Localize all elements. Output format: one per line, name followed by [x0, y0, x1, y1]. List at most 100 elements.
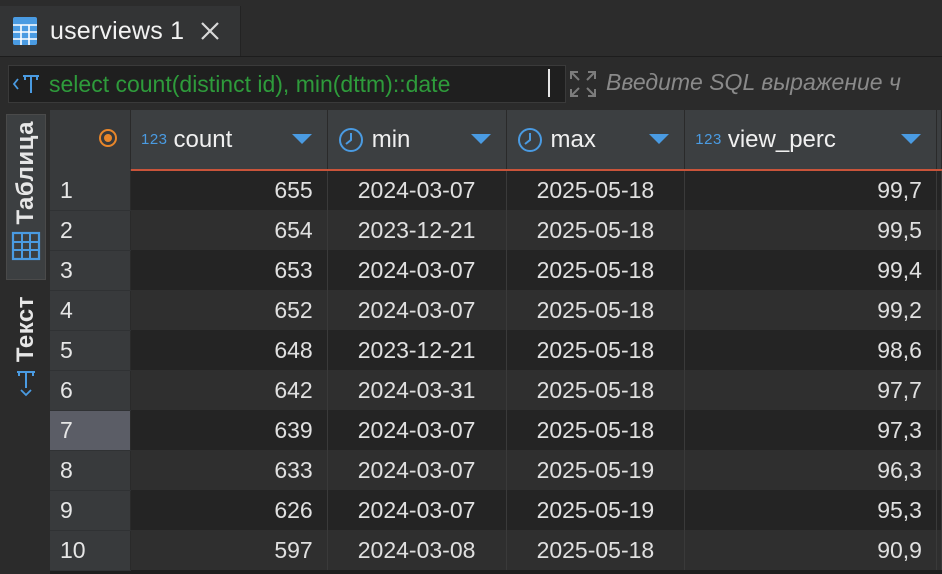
sort-down-icon[interactable] — [470, 133, 492, 145]
cell-min[interactable]: 2023-12-21 — [327, 330, 507, 370]
cell-overflow — [936, 490, 942, 530]
cell-max[interactable]: 2025-05-18 — [506, 210, 686, 250]
cell-count[interactable]: 655 — [130, 170, 328, 210]
sort-down-icon[interactable] — [648, 133, 670, 145]
row-number[interactable]: 6 — [50, 370, 131, 411]
row-number[interactable]: 9 — [50, 490, 131, 531]
cell-view-perc[interactable]: 90,9 — [684, 530, 937, 570]
numeric-type-icon: 123 — [695, 131, 722, 148]
cell-min[interactable]: 2024-03-08 — [327, 530, 507, 570]
table-row[interactable]: 1 655 2024-03-07 2025-05-18 99,7 — [50, 170, 942, 211]
column-name: min — [371, 125, 411, 153]
table-row[interactable]: 6 642 2024-03-31 2025-05-18 97,7 — [50, 370, 942, 411]
cell-view-perc[interactable]: 99,5 — [684, 210, 937, 250]
cell-overflow — [936, 170, 942, 210]
column-name: view_perc — [727, 125, 836, 153]
column-name: count — [173, 125, 233, 153]
filter-bar: select count(distinct id), min(dttm)::da… — [0, 57, 942, 110]
cell-overflow — [936, 530, 942, 570]
cell-count[interactable]: 633 — [130, 450, 328, 490]
cell-overflow — [936, 210, 942, 250]
side-tab-text-label: Текст — [12, 296, 39, 363]
row-number[interactable]: 2 — [50, 210, 131, 251]
cell-min[interactable]: 2024-03-31 — [327, 370, 507, 410]
cell-max[interactable]: 2025-05-18 — [506, 530, 686, 570]
column-header-max[interactable]: max — [506, 110, 686, 171]
side-tab-text[interactable]: Текст — [6, 294, 46, 410]
sql-filter-icon — [12, 75, 39, 93]
clock-icon — [338, 127, 363, 152]
table-grid-icon — [13, 17, 37, 45]
cell-min[interactable]: 2024-03-07 — [327, 290, 507, 330]
row-number[interactable]: 3 — [50, 250, 131, 291]
sql-expression-placeholder[interactable]: Введите SQL выражение ч — [606, 69, 901, 96]
row-number[interactable]: 4 — [50, 290, 131, 331]
cell-max[interactable]: 2025-05-18 — [506, 370, 686, 410]
cell-min[interactable]: 2023-12-21 — [327, 210, 507, 250]
side-tab-table[interactable]: Таблица — [6, 114, 46, 280]
cell-max[interactable]: 2025-05-18 — [506, 250, 686, 290]
table-row[interactable]: 5 648 2023-12-21 2025-05-18 98,6 — [50, 330, 942, 371]
cell-max[interactable]: 2025-05-18 — [506, 330, 686, 370]
tab-userviews[interactable]: userviews 1 — [0, 6, 241, 56]
cell-max[interactable]: 2025-05-19 — [506, 490, 686, 530]
cell-min[interactable]: 2024-03-07 — [327, 410, 507, 450]
cell-overflow — [936, 290, 942, 330]
cell-max[interactable]: 2025-05-18 — [506, 290, 686, 330]
cell-min[interactable]: 2024-03-07 — [327, 490, 507, 530]
cell-min[interactable]: 2024-03-07 — [327, 170, 507, 210]
cell-min[interactable]: 2024-03-07 — [327, 250, 507, 290]
cell-count[interactable]: 654 — [130, 210, 328, 250]
cell-max[interactable]: 2025-05-18 — [506, 410, 686, 450]
cell-view-perc[interactable]: 99,2 — [684, 290, 937, 330]
tab-bar: userviews 1 — [0, 0, 942, 57]
cell-view-perc[interactable]: 99,7 — [684, 170, 937, 210]
results-grid[interactable]: 123 count min max 123 view_perc 1 655 20… — [50, 110, 942, 574]
row-number[interactable]: 8 — [50, 450, 131, 491]
row-number[interactable]: 7 — [50, 410, 131, 451]
column-header-count[interactable]: 123 count — [130, 110, 328, 171]
table-row[interactable]: 3 653 2024-03-07 2025-05-18 99,4 — [50, 250, 942, 291]
sort-down-icon[interactable] — [900, 133, 922, 145]
cell-view-perc[interactable]: 97,3 — [684, 410, 937, 450]
expand-icon[interactable] — [568, 69, 598, 99]
app-window: userviews 1 select count(distinct id), m… — [0, 0, 942, 574]
close-icon[interactable] — [198, 19, 222, 43]
cell-count[interactable]: 648 — [130, 330, 328, 370]
cell-max[interactable]: 2025-05-18 — [506, 170, 686, 210]
sort-down-icon[interactable] — [291, 133, 313, 145]
cell-count[interactable]: 642 — [130, 370, 328, 410]
table-row[interactable]: 4 652 2024-03-07 2025-05-18 99,2 — [50, 290, 942, 331]
column-header-view-perc[interactable]: 123 view_perc — [684, 110, 937, 171]
cell-view-perc[interactable]: 95,3 — [684, 490, 937, 530]
row-number[interactable]: 1 — [50, 170, 131, 211]
cell-count[interactable]: 653 — [130, 250, 328, 290]
cell-overflow — [936, 330, 942, 370]
cell-view-perc[interactable]: 97,7 — [684, 370, 937, 410]
table-row[interactable]: 8 633 2024-03-07 2025-05-19 96,3 — [50, 450, 942, 491]
cell-view-perc[interactable]: 98,6 — [684, 330, 937, 370]
cell-overflow — [936, 370, 942, 410]
cell-count[interactable]: 626 — [130, 490, 328, 530]
row-number[interactable]: 10 — [50, 530, 131, 571]
table-row-selected[interactable]: 7 639 2024-03-07 2025-05-18 97,3 — [50, 410, 942, 451]
filter-input[interactable]: select count(distinct id), min(dttm)::da… — [8, 65, 566, 103]
numeric-type-icon: 123 — [141, 131, 168, 148]
cell-count[interactable]: 597 — [130, 530, 328, 570]
cell-view-perc[interactable]: 99,4 — [684, 250, 937, 290]
cell-count[interactable]: 652 — [130, 290, 328, 330]
cell-max[interactable]: 2025-05-19 — [506, 450, 686, 490]
cell-view-perc[interactable]: 96,3 — [684, 450, 937, 490]
row-number[interactable]: 5 — [50, 330, 131, 371]
table-row[interactable]: 9 626 2024-03-07 2025-05-19 95,3 — [50, 490, 942, 531]
cell-min[interactable]: 2024-03-07 — [327, 450, 507, 490]
table-row[interactable]: 2 654 2023-12-21 2025-05-18 99,5 — [50, 210, 942, 251]
filter-query-text: select count(distinct id), min(dttm)::da… — [49, 70, 451, 97]
table-row[interactable]: 10 597 2024-03-08 2025-05-18 90,9 — [50, 530, 942, 571]
cell-overflow — [936, 410, 942, 450]
text-format-icon — [17, 371, 35, 397]
text-caret — [548, 69, 550, 97]
grid-corner[interactable] — [50, 110, 131, 171]
column-header-min[interactable]: min — [327, 110, 507, 171]
cell-count[interactable]: 639 — [130, 410, 328, 450]
